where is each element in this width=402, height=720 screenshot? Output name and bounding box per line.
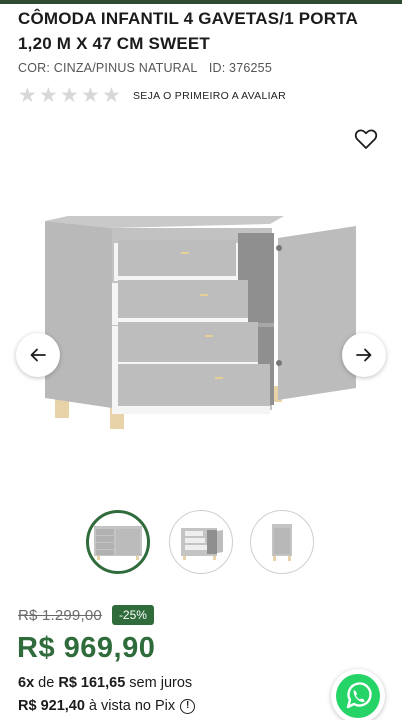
gallery-next-button[interactable] <box>342 333 386 377</box>
star-icon: ★ <box>18 84 37 107</box>
product-image <box>45 216 356 429</box>
rating-row: ★ ★ ★ ★ ★ SEJA O PRIMEIRO A AVALIAR <box>18 84 286 107</box>
whatsapp-icon <box>336 674 380 718</box>
star-icon: ★ <box>102 84 121 107</box>
pix-suffix: à vista no Pix <box>88 698 176 714</box>
rating-stars[interactable]: ★ ★ ★ ★ ★ <box>18 84 123 107</box>
thumbnail-2[interactable] <box>169 510 233 574</box>
product-gallery[interactable] <box>0 118 402 503</box>
star-icon: ★ <box>81 84 100 107</box>
arrow-left-icon <box>30 348 46 362</box>
star-icon: ★ <box>39 84 58 107</box>
thumbnail-strip <box>0 510 402 580</box>
discount-badge: -25% <box>111 605 154 625</box>
thumbnail-image <box>181 528 223 560</box>
pix-price: R$ 921,40 <box>18 698 85 714</box>
info-icon[interactable]: ! <box>180 698 196 714</box>
top-bar <box>0 0 402 4</box>
whatsapp-button[interactable] <box>331 669 385 720</box>
product-meta: COR: CINZA/PINUS NATURAL ID: 376255 <box>18 61 272 75</box>
pix-price-info: R$ 921,40 à vista no Pix ! <box>18 698 196 714</box>
thumbnail-image <box>94 526 142 560</box>
installment-value: R$ 161,65 <box>58 675 126 691</box>
product-title: CÔMODA INFANTIL 4 GAVETAS/1 PORTA 1,20 M… <box>18 9 358 53</box>
product-id: ID: 376255 <box>208 61 272 75</box>
thumbnail-3[interactable] <box>250 510 314 574</box>
current-price: R$ 969,90 <box>17 632 156 664</box>
review-link[interactable]: SEJA O PRIMEIRO A AVALIAR <box>133 90 286 102</box>
installments-of: de <box>38 675 55 691</box>
installments-suffix: sem juros <box>129 675 193 691</box>
product-color: COR: CINZA/PINUS NATURAL <box>18 61 198 75</box>
thumbnail-1[interactable] <box>86 510 150 574</box>
arrow-right-icon <box>356 348 372 362</box>
gallery-prev-button[interactable] <box>16 333 60 377</box>
old-price: R$ 1.299,00 <box>18 606 102 624</box>
installments-info: 6x de R$ 161,65 sem juros <box>18 675 192 691</box>
installments-count: 6x <box>18 675 35 691</box>
star-icon: ★ <box>60 84 79 107</box>
thumbnail-image <box>272 524 292 561</box>
old-price-row: R$ 1.299,00 -25% <box>18 605 154 625</box>
